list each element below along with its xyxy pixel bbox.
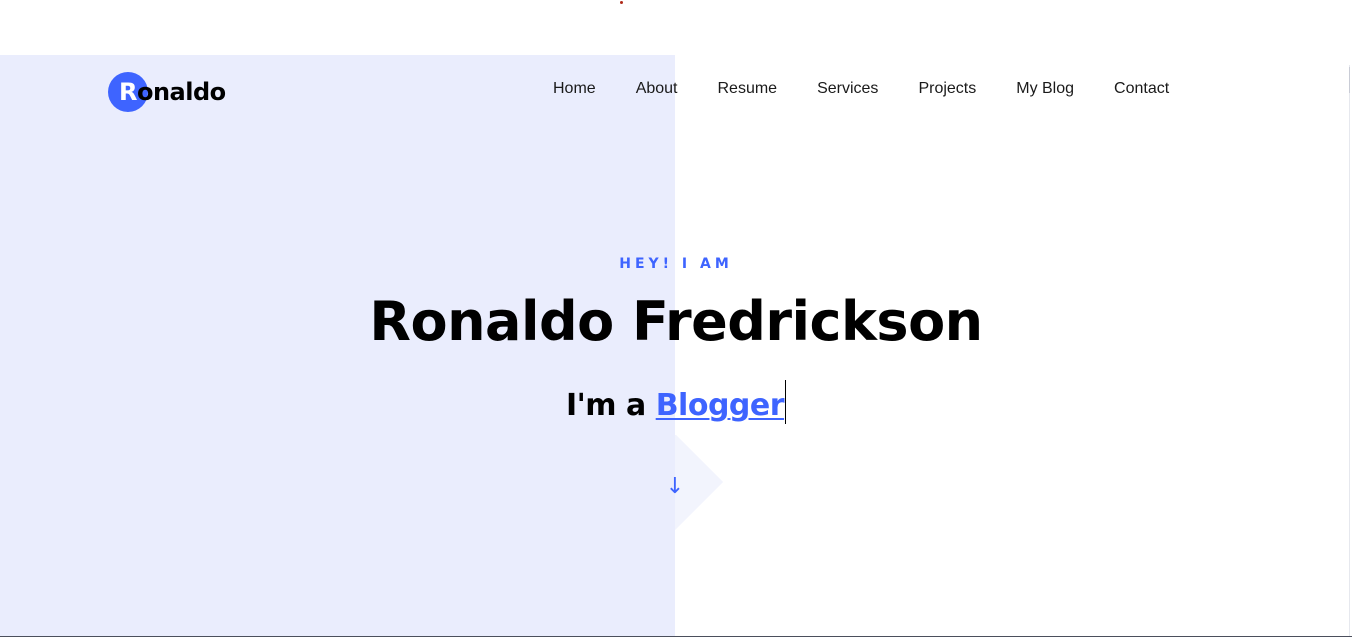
role-prefix: I'm a	[565, 388, 646, 423]
nav-item-resume[interactable]: Resume	[698, 78, 798, 100]
hero-section: Ronaldo Home About Resume Services Proje…	[0, 55, 1352, 637]
typing-cursor	[785, 380, 787, 424]
logo-text: Ronaldo	[108, 78, 226, 106]
top-strip	[0, 0, 1352, 55]
logo-initial: R	[119, 78, 137, 106]
loading-dot	[620, 1, 623, 4]
hero-name: Ronaldo Fredrickson	[369, 290, 983, 353]
arrow-down-icon[interactable]: ↓	[660, 472, 690, 502]
nav-item-about[interactable]: About	[616, 78, 698, 100]
hero-role-line: I'm a Blogger	[0, 380, 1352, 424]
logo-rest: onaldo	[136, 78, 226, 106]
nav-item-home[interactable]: Home	[533, 78, 616, 100]
role-word-link[interactable]: Blogger	[656, 388, 785, 423]
main-nav: Home About Resume Services Projects My B…	[533, 78, 1189, 100]
site-logo[interactable]: Ronaldo	[108, 72, 226, 112]
nav-item-projects[interactable]: Projects	[898, 78, 996, 100]
hero-subtitle: HEY! I AM	[619, 256, 733, 272]
nav-item-services[interactable]: Services	[797, 78, 898, 100]
bottom-border	[0, 636, 1352, 637]
nav-item-contact[interactable]: Contact	[1094, 78, 1189, 100]
nav-item-my-blog[interactable]: My Blog	[996, 78, 1094, 100]
